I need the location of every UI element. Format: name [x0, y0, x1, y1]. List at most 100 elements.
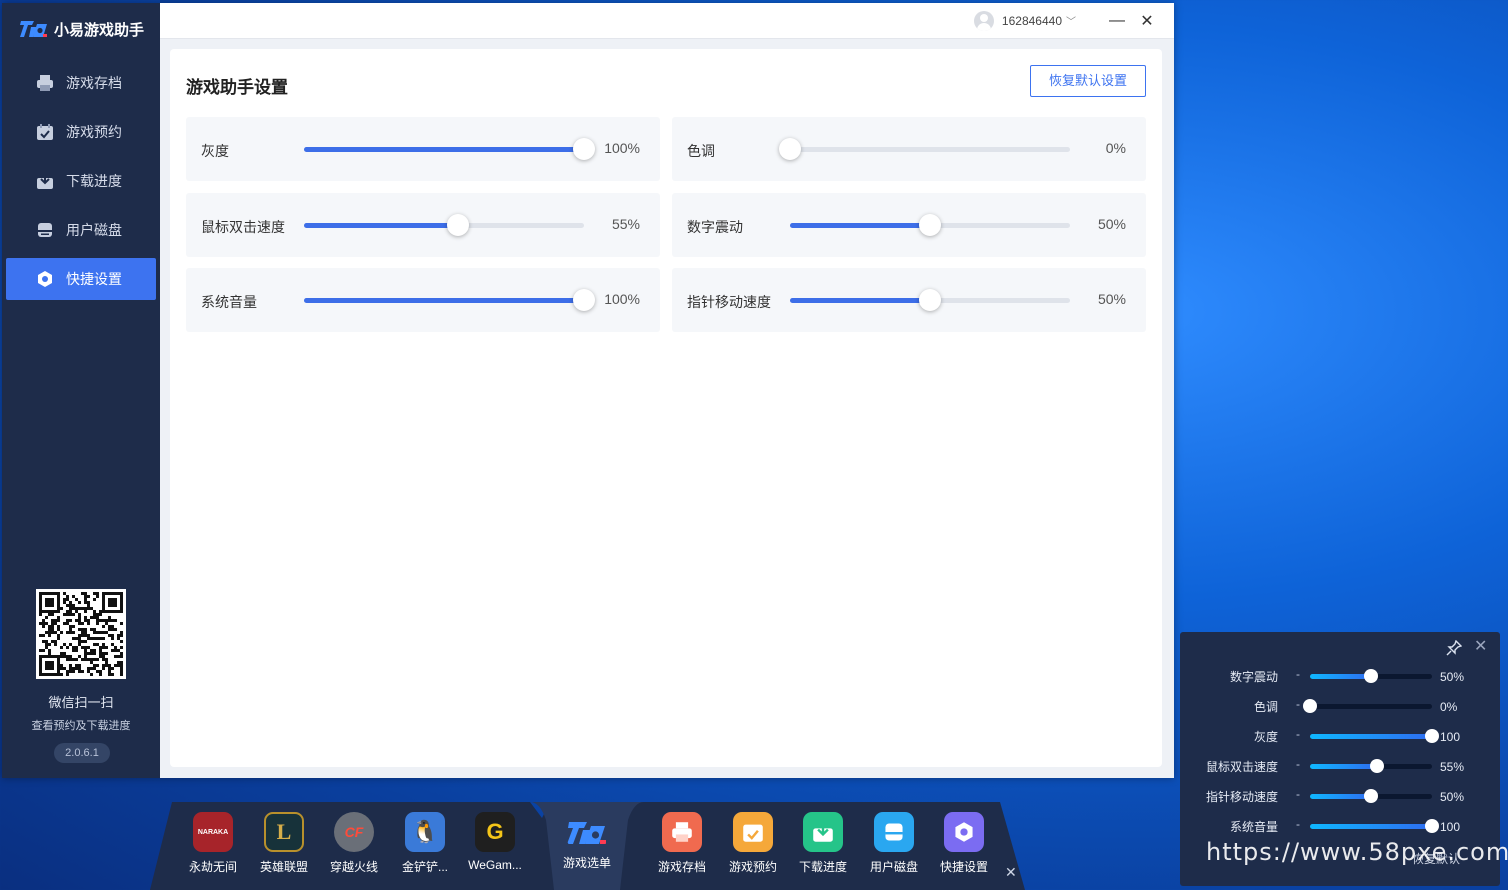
sidebar-item-label: 游戏预约	[66, 124, 122, 140]
dock-label: 游戏存档	[657, 860, 706, 874]
settings-icon	[944, 812, 984, 852]
slider-handle[interactable]	[573, 289, 595, 311]
float-label: 系统音量	[1229, 820, 1278, 834]
setting-label: 色调	[687, 143, 715, 159]
slider-track[interactable]	[304, 138, 595, 160]
dock-tool-user-disk[interactable]: 用户磁盘	[862, 812, 926, 875]
sidebar-item-download-progress[interactable]: 下载进度	[6, 160, 156, 202]
float-slider-track[interactable]	[1303, 699, 1432, 713]
float-slider-handle[interactable]	[1370, 759, 1385, 773]
float-slider-handle[interactable]	[1425, 729, 1439, 743]
game-badge: L	[276, 819, 292, 844]
slider-track[interactable]	[779, 138, 1070, 160]
qr-code	[36, 589, 126, 679]
float-dash: -	[1296, 757, 1300, 771]
sidebar-item-label: 游戏存档	[66, 75, 122, 91]
disk-icon	[38, 223, 52, 237]
float-slider-fill	[1310, 674, 1371, 679]
dock-game-menu[interactable]: 游戏选单	[555, 818, 619, 871]
float-slider-track[interactable]	[1310, 669, 1432, 683]
float-slider-handle[interactable]	[1303, 699, 1317, 713]
dock-game-tft[interactable]: 🐧 金铲铲...	[393, 812, 457, 875]
lol-game-icon: L	[264, 812, 304, 852]
calendar-icon	[37, 124, 53, 140]
float-value: 100	[1440, 730, 1461, 744]
float-slider-track[interactable]	[1310, 729, 1439, 743]
setting-value: 55%	[611, 216, 640, 232]
dock-close-icon[interactable]: ✕	[1005, 864, 1017, 881]
setting-value: 100%	[604, 140, 640, 156]
settings-icon	[38, 271, 52, 287]
reset-defaults-button[interactable]: 恢复默认设置	[1030, 65, 1146, 97]
game-badge: 🐧	[411, 819, 439, 844]
slider-track[interactable]	[790, 214, 1070, 236]
float-row-double-click: 鼠标双击速度 - 55%	[1180, 756, 1500, 776]
float-slider-track[interactable]	[1310, 819, 1439, 833]
float-close-icon[interactable]: ✕	[1474, 636, 1487, 656]
sidebar-nav: 游戏存档 游戏预约 下载进度 用户磁盘 快捷设置	[2, 62, 160, 300]
float-row-pointer-speed: 指针移动速度 - 50%	[1180, 786, 1500, 806]
dock-tool-game-archive[interactable]: 游戏存档	[650, 812, 714, 875]
sidebar-item-user-disk[interactable]: 用户磁盘	[6, 209, 156, 251]
sidebar-item-label: 下载进度	[66, 173, 122, 189]
brand: 小易游戏助手	[2, 3, 160, 55]
float-label: 灰度	[1253, 730, 1278, 744]
setting-value: 50%	[1097, 291, 1126, 307]
setting-double-click-speed: 鼠标双击速度 55%	[186, 193, 660, 257]
slider-track[interactable]	[790, 289, 1070, 311]
sidebar-item-label: 用户磁盘	[66, 222, 122, 238]
dock-tool-download-progress[interactable]: 下载进度	[791, 812, 855, 875]
float-value: 50%	[1440, 790, 1465, 804]
float-label: 色调	[1253, 700, 1278, 714]
titlebar: 162846440 ﹀ — ✕	[160, 3, 1174, 39]
setting-value: 100%	[604, 291, 640, 307]
dock-game-wegame[interactable]: G WeGam...	[463, 812, 527, 872]
dock-game-cf[interactable]: CF 穿越火线	[322, 812, 386, 875]
tft-game-icon: 🐧	[405, 812, 445, 852]
setting-digital-vibrance: 数字震动 50%	[672, 193, 1146, 257]
dock-label: 穿越火线	[329, 860, 378, 874]
float-row-hue: 色调 - 0%	[1180, 696, 1500, 716]
slider-track[interactable]	[304, 214, 584, 236]
setting-pointer-speed: 指针移动速度 50%	[672, 268, 1146, 332]
slider-track[interactable]	[304, 289, 595, 311]
float-dash: -	[1296, 667, 1300, 681]
float-dash: -	[1296, 817, 1300, 831]
slider-handle[interactable]	[573, 138, 595, 160]
qr-subcaption: 查看预约及下载进度	[31, 720, 131, 732]
float-slider-handle[interactable]	[1425, 819, 1439, 833]
dock-label: 下载进度	[798, 860, 847, 874]
float-slider-track[interactable]	[1310, 759, 1432, 773]
sidebar-item-game-archive[interactable]: 游戏存档	[6, 62, 156, 104]
minimize-button[interactable]: —	[1102, 6, 1132, 36]
dock-tool-quick-settings[interactable]: 快捷设置	[932, 812, 996, 875]
setting-label: 数字震动	[687, 219, 743, 235]
slider-fill	[304, 223, 458, 228]
float-slider-handle[interactable]	[1364, 789, 1378, 803]
slider-handle[interactable]	[447, 214, 469, 236]
dock-game-lol[interactable]: L 英雄联盟	[252, 812, 316, 875]
slider-fill	[790, 223, 930, 228]
cf-game-icon: CF	[334, 812, 374, 852]
qr-section: 微信扫一扫 查看预约及下载进度	[32, 589, 131, 733]
pin-icon[interactable]	[1446, 640, 1462, 656]
slider-handle[interactable]	[779, 138, 801, 160]
slider-handle[interactable]	[919, 214, 941, 236]
app-name: 小易游戏助手	[54, 21, 145, 39]
calendar-icon	[733, 812, 773, 852]
slider-handle[interactable]	[919, 289, 941, 311]
setting-label: 鼠标双击速度	[201, 219, 285, 235]
float-label: 鼠标双击速度	[1205, 760, 1278, 774]
user-menu[interactable]: 162846440 ﹀	[973, 10, 1076, 31]
float-slider-track[interactable]	[1310, 789, 1432, 803]
float-dash: -	[1296, 787, 1300, 801]
float-slider-handle[interactable]	[1364, 669, 1378, 683]
dock-tool-game-reservation[interactable]: 游戏预约	[721, 812, 785, 875]
dock-game-naraka[interactable]: NARAKA 永劫无间	[181, 812, 245, 875]
sidebar-item-game-reservation[interactable]: 游戏预约	[6, 111, 156, 153]
printer-icon	[37, 75, 53, 91]
sidebar-item-quick-settings[interactable]: 快捷设置	[6, 258, 156, 300]
dock-label: 金铲铲...	[401, 860, 448, 874]
dock-label: 游戏选单	[562, 856, 611, 870]
close-button[interactable]: ✕	[1132, 6, 1162, 36]
